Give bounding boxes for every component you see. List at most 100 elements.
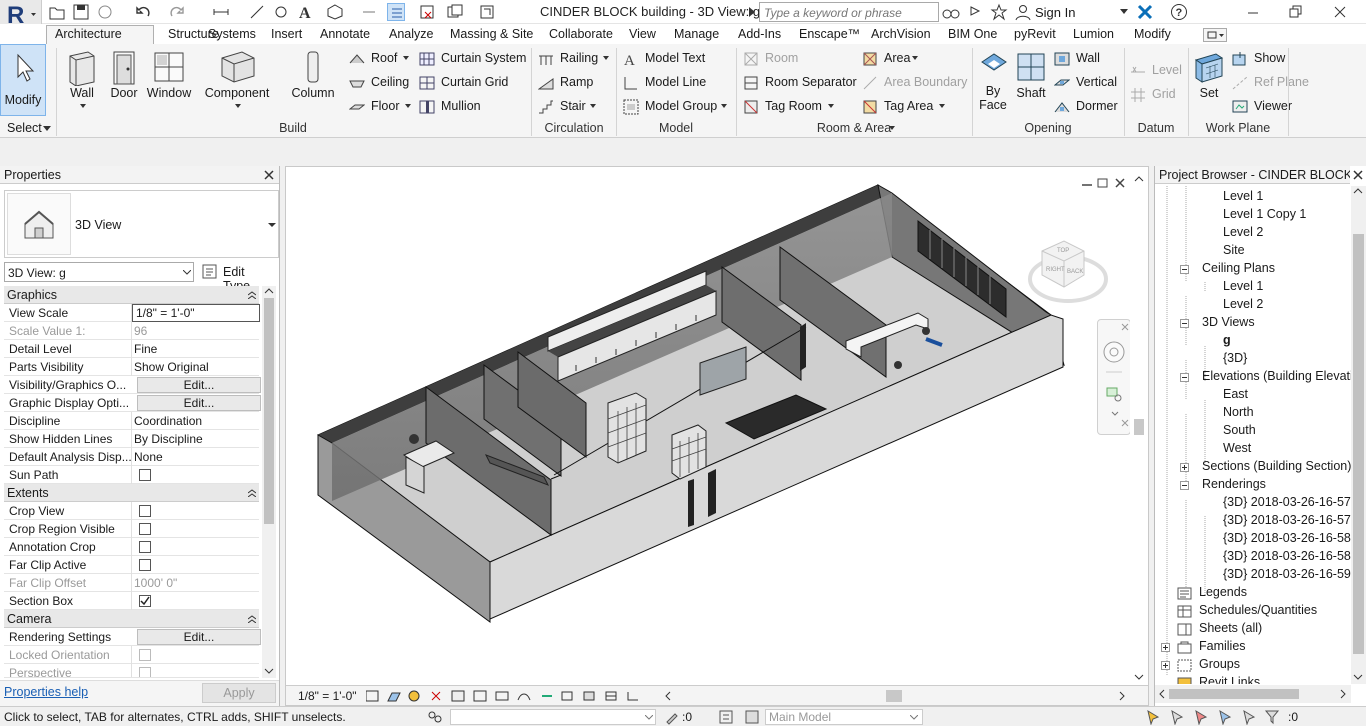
sync-icon[interactable] <box>96 3 114 21</box>
tab-insert[interactable]: Insert <box>271 27 302 41</box>
tree-item[interactable]: Level 1 Copy 1 <box>1223 207 1306 221</box>
dimension-icon[interactable] <box>248 3 266 21</box>
hidden-elements-icon[interactable] <box>605 691 617 701</box>
level-button[interactable]: Level <box>1152 63 1182 77</box>
drag-elements-icon[interactable] <box>1243 709 1256 725</box>
collapse-icon[interactable] <box>248 615 256 623</box>
tab-bim-one[interactable]: BIM One <box>948 27 997 41</box>
view-scale-input[interactable]: 1/8" = 1'-0" <box>132 304 260 322</box>
tab-modify[interactable]: Modify <box>1134 27 1171 41</box>
steering-wheel-icon[interactable] <box>1103 341 1125 363</box>
set-work-plane-button[interactable]: Set <box>1190 48 1228 100</box>
model-group-button[interactable]: Model Group <box>645 99 717 113</box>
viewport-hscroll-thumb[interactable] <box>886 690 902 702</box>
prop-row[interactable]: Default Analysis Disp... None <box>4 448 259 466</box>
room-button[interactable]: Room <box>765 51 798 65</box>
sign-in-dropdown-icon[interactable] <box>1120 9 1128 15</box>
measure-icon[interactable] <box>212 3 230 21</box>
collapse-node-icon[interactable] <box>1180 319 1190 329</box>
collapse-icon[interactable] <box>248 489 256 497</box>
curtain-system-button[interactable]: Curtain System <box>441 51 526 65</box>
filter-icon[interactable] <box>1264 710 1280 725</box>
hscroll-left-icon[interactable] <box>664 691 672 701</box>
viewport-restore-icon[interactable] <box>1097 178 1108 188</box>
instance-dropdown-icon[interactable] <box>183 270 191 275</box>
show-work-plane-button[interactable]: Show <box>1254 51 1285 65</box>
sun-path-checkbox[interactable] <box>139 469 151 481</box>
prop-row[interactable]: Far Clip Active <box>4 556 259 574</box>
tab-systems[interactable]: Systems <box>208 27 256 41</box>
temp-hide-icon[interactable] <box>517 693 531 701</box>
scroll-down-icon[interactable] <box>1134 673 1144 681</box>
dormer-button[interactable]: Dormer <box>1076 99 1118 113</box>
shadows-icon[interactable] <box>431 691 441 701</box>
tree-item[interactable]: Level 1 <box>1223 279 1263 293</box>
railing-dropdown-icon[interactable] <box>603 56 609 61</box>
design-option-selector[interactable]: Main Model <box>765 709 923 725</box>
tree-node-schedules[interactable]: Schedules/Quantities <box>1199 603 1317 617</box>
floor-dropdown-icon[interactable] <box>405 104 411 109</box>
model-group-dropdown-icon[interactable] <box>721 104 727 109</box>
floor-button[interactable]: Floor <box>371 99 399 113</box>
tab-enscape[interactable]: Enscape™ <box>799 27 860 41</box>
window-button[interactable]: Window <box>146 48 192 100</box>
prop-row[interactable]: View Scale 1/8" = 1'-0" <box>4 304 260 322</box>
prop-row[interactable]: Sun Path <box>4 466 259 484</box>
properties-close-icon[interactable] <box>263 169 275 181</box>
stair-button[interactable]: Stair <box>560 99 586 113</box>
railing-button[interactable]: Railing <box>560 51 598 65</box>
tab-architecture[interactable]: Architecture <box>55 27 122 41</box>
select-underlay-icon[interactable] <box>1171 709 1184 725</box>
tag-room-dropdown-icon[interactable] <box>828 104 834 109</box>
prop-row[interactable]: Crop Region Visible <box>4 520 259 538</box>
prop-row[interactable]: Detail Level Fine <box>4 340 259 358</box>
prop-value[interactable]: Show Original <box>134 360 260 374</box>
binoculars-icon[interactable] <box>942 3 960 21</box>
curtain-grid-button[interactable]: Curtain Grid <box>441 75 508 89</box>
tree-item[interactable]: Site <box>1223 243 1245 257</box>
open-icon[interactable] <box>48 3 66 21</box>
design-options-icon[interactable] <box>718 709 734 725</box>
browser-vscrollbar[interactable] <box>1351 186 1366 684</box>
viewport-close-icon[interactable] <box>1115 178 1125 188</box>
tag-icon[interactable] <box>272 3 290 21</box>
user-interface-icon[interactable] <box>478 3 496 21</box>
select-dropdown-icon[interactable] <box>43 126 51 132</box>
thin-lines-icon[interactable] <box>387 3 405 21</box>
roof-button[interactable]: Roof <box>371 51 397 65</box>
collapse-node-icon[interactable] <box>1180 265 1190 275</box>
tree-item[interactable]: East <box>1223 387 1248 401</box>
wall-opening-button[interactable]: Wall <box>1076 51 1100 65</box>
instance-selector[interactable]: 3D View: g <box>4 262 194 282</box>
zoom-dropdown-icon[interactable] <box>1111 411 1119 416</box>
rendering-settings-edit-button[interactable]: Edit... <box>137 629 261 645</box>
expand-node-icon[interactable] <box>1180 463 1190 473</box>
wall-button[interactable]: Wall <box>62 48 102 100</box>
type-selector[interactable]: 3D View <box>4 190 279 258</box>
expand-node-icon[interactable] <box>1161 643 1171 653</box>
select-pinned-icon[interactable] <box>1195 709 1208 725</box>
tab-manage[interactable]: Manage <box>674 27 719 41</box>
search-expand-icon[interactable] <box>749 7 755 17</box>
tree-item[interactable]: {3D} <box>1223 351 1247 365</box>
viewer-button[interactable]: Viewer <box>1254 99 1292 113</box>
select-panel-label[interactable]: Select <box>7 121 42 135</box>
model-line-button[interactable]: Model Line <box>645 75 706 89</box>
close-hidden-icon[interactable] <box>418 3 436 21</box>
select-by-face-icon[interactable] <box>1219 709 1232 725</box>
prop-row[interactable]: Graphic Display Opti... Edit... <box>4 394 261 412</box>
design-option-dropdown-icon[interactable] <box>910 715 918 720</box>
viewcube[interactable]: TOP BACK RIGHT <box>1024 233 1108 311</box>
viewport-vscroll-thumb[interactable] <box>1134 419 1144 435</box>
sun-path-icon[interactable] <box>408 690 420 702</box>
default-3d-icon[interactable] <box>326 3 344 21</box>
tab-add-ins[interactable]: Add-Ins <box>738 27 781 41</box>
tab-massing-site[interactable]: Massing & Site <box>450 27 533 41</box>
browser-hscrollbar[interactable] <box>1155 685 1351 703</box>
analytical-model-icon[interactable] <box>627 692 638 701</box>
mullion-button[interactable]: Mullion <box>441 99 481 113</box>
crop-view-checkbox[interactable] <box>139 505 151 517</box>
favorites-star-icon[interactable] <box>990 3 1008 21</box>
switch-windows-icon[interactable] <box>446 3 464 21</box>
tag-area-button[interactable]: Tag Area <box>884 99 933 113</box>
